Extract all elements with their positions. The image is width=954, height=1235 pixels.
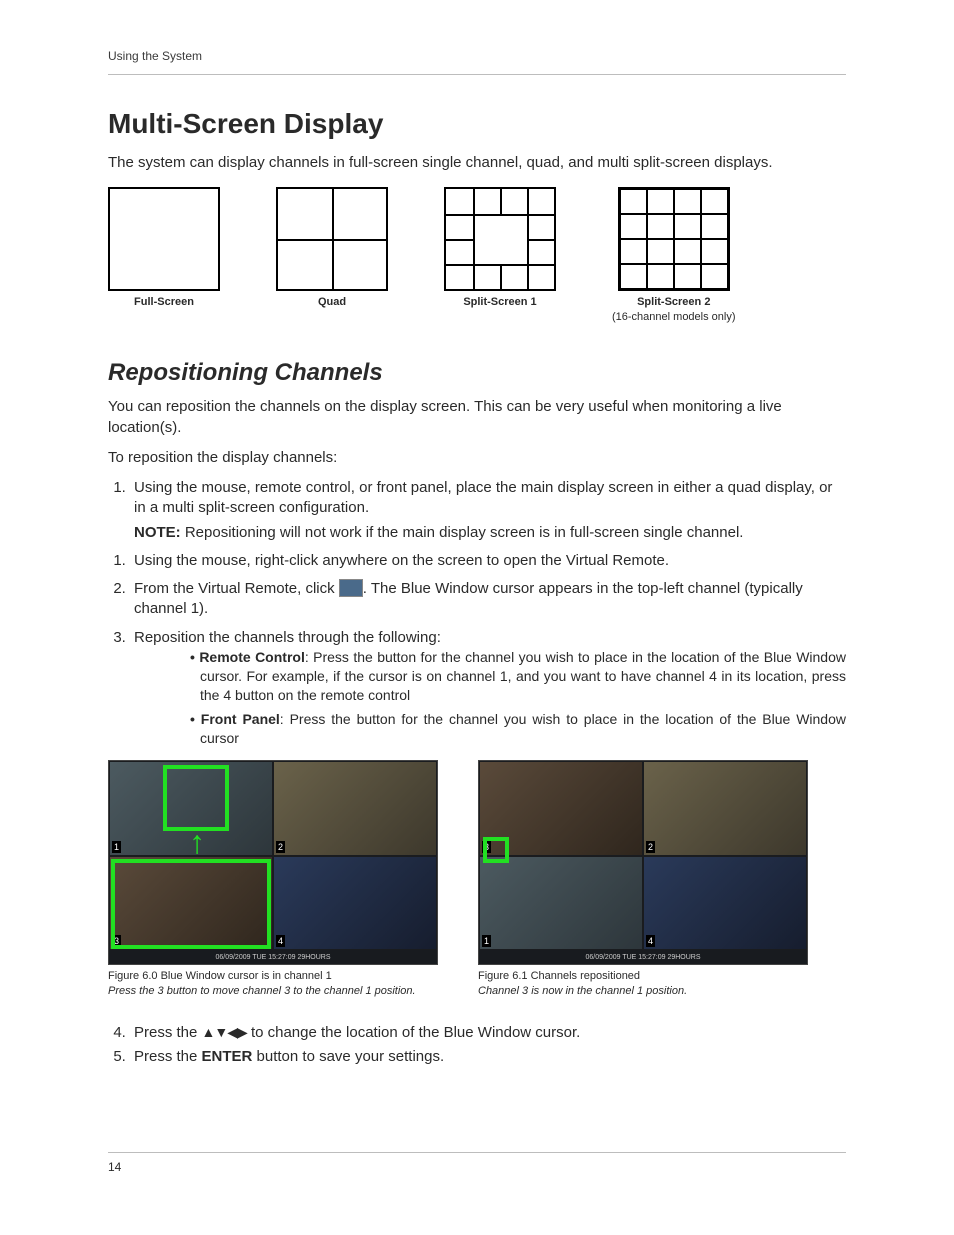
page-number: 14 <box>108 1160 121 1174</box>
step-1b: Using the mouse, right-click anywhere on… <box>130 551 846 571</box>
diagram-split-2 <box>618 187 730 291</box>
para-to-reposition: To reposition the display channels: <box>108 448 846 468</box>
bullet-remote-control: Remote Control: Press the button for the… <box>190 648 846 705</box>
diagram-full-screen <box>108 187 220 291</box>
figure-6-0-title: Figure 6.0 Blue Window cursor is in chan… <box>108 970 332 982</box>
status-bar: 06/09/2009 TUE 15:27:09 29HOURS <box>479 950 807 964</box>
ch-num: 1 <box>112 841 121 853</box>
figure-6-1-sub: Channel 3 is now in the channel 1 positi… <box>478 984 808 999</box>
figures-row: 1 2 3 4 ↑ 06/09/2009 TUE 15:27:09 29HOUR… <box>108 760 846 999</box>
display-mode-diagrams: Full-Screen Quad Split-Screen 1 Split-Sc… <box>108 187 846 325</box>
figure-6-1: 3 2 1 4 06/09/2009 TUE 15:27:09 29HOURS … <box>478 760 808 999</box>
diagram-quad <box>276 187 388 291</box>
mode-full-screen: Full-Screen <box>108 187 220 325</box>
figure-6-0-caption: Figure 6.0 Blue Window cursor is in chan… <box>108 969 438 999</box>
step-1a-text: Using the mouse, remote control, or fron… <box>134 479 832 516</box>
figure-6-1-image: 3 2 1 4 06/09/2009 TUE 15:27:09 29HOURS <box>478 760 808 965</box>
step-2-text-a: From the Virtual Remote, click <box>134 580 339 597</box>
label-split-2: Split-Screen 2 <box>637 295 710 310</box>
step-3-text: Reposition the channels through the foll… <box>134 629 441 646</box>
steps-list-a: Using the mouse, remote control, or fron… <box>108 478 846 543</box>
bullet-fp-text: : Press the button for the channel you w… <box>200 711 846 746</box>
blue-window-cursor <box>483 837 509 863</box>
ch-num: 2 <box>646 841 655 853</box>
step-5-text-a: Press the <box>134 1048 202 1065</box>
figure-6-0-image: 1 2 3 4 ↑ 06/09/2009 TUE 15:27:09 29HOUR… <box>108 760 438 965</box>
mode-quad: Quad <box>276 187 388 325</box>
diagram-split-1 <box>444 187 556 291</box>
mode-split-1: Split-Screen 1 <box>444 187 556 325</box>
step-1a: Using the mouse, remote control, or fron… <box>130 478 846 543</box>
figure-6-1-title: Figure 6.1 Channels repositioned <box>478 970 640 982</box>
figure-6-0-sub: Press the 3 button to move channel 3 to … <box>108 984 438 999</box>
header-rule <box>108 74 846 75</box>
step-4-text-b: to change the location of the Blue Windo… <box>247 1024 581 1041</box>
heading-multi-screen: Multi-Screen Display <box>108 105 846 143</box>
note-text: Repositioning will not work if the main … <box>181 524 744 541</box>
step-4: Press the ▲▼◀▶ to change the location of… <box>130 1023 846 1043</box>
heading-repositioning: Repositioning Channels <box>108 357 846 389</box>
ch-num: 1 <box>482 935 491 947</box>
step-5-enter: ENTER <box>202 1048 253 1065</box>
step-2: From the Virtual Remote, click . The Blu… <box>130 579 846 620</box>
para-reposition-intro: You can reposition the channels on the d… <box>108 397 846 438</box>
bullet-fp-label: Front Panel <box>201 711 280 727</box>
ch-num: 2 <box>276 841 285 853</box>
ch-num: 4 <box>276 935 285 947</box>
bullet-rc-label: Remote Control <box>199 649 305 665</box>
figure-6-1-caption: Figure 6.1 Channels repositioned Channel… <box>478 969 808 999</box>
label-full-screen: Full-Screen <box>134 295 194 310</box>
steps-list-c: Press the ▲▼◀▶ to change the location of… <box>108 1023 846 1068</box>
channel-3-highlight <box>111 859 271 949</box>
mode-split-2: Split-Screen 2 (16-channel models only) <box>612 187 736 325</box>
ch-num: 4 <box>646 935 655 947</box>
arrow-up-icon: ↑ <box>189 821 205 864</box>
note-line: NOTE: Repositioning will not work if the… <box>134 523 846 543</box>
note-label: NOTE: <box>134 524 181 541</box>
status-bar: 06/09/2009 TUE 15:27:09 29HOURS <box>109 950 437 964</box>
label-quad: Quad <box>318 295 346 310</box>
step-4-text-a: Press the <box>134 1024 202 1041</box>
steps-list-b: Using the mouse, right-click anywhere on… <box>108 551 846 748</box>
intro-text: The system can display channels in full-… <box>108 153 846 173</box>
running-header: Using the System <box>108 48 846 64</box>
step-3-sublist: Remote Control : Press the button for the… <box>134 648 846 748</box>
bullet-front-panel: Front Panel: Press the button for the ch… <box>190 710 846 748</box>
window-reposition-icon <box>339 579 363 597</box>
label-split-2-sub: (16-channel models only) <box>612 310 736 325</box>
step-5-text-b: button to save your settings. <box>252 1048 444 1065</box>
step-3: Reposition the channels through the foll… <box>130 628 846 749</box>
arrow-keys-icon: ▲▼◀▶ <box>202 1024 247 1040</box>
step-5: Press the ENTER button to save your sett… <box>130 1047 846 1067</box>
page-footer: 14 <box>108 1152 846 1175</box>
figure-6-0: 1 2 3 4 ↑ 06/09/2009 TUE 15:27:09 29HOUR… <box>108 760 438 999</box>
label-split-1: Split-Screen 1 <box>463 295 536 310</box>
